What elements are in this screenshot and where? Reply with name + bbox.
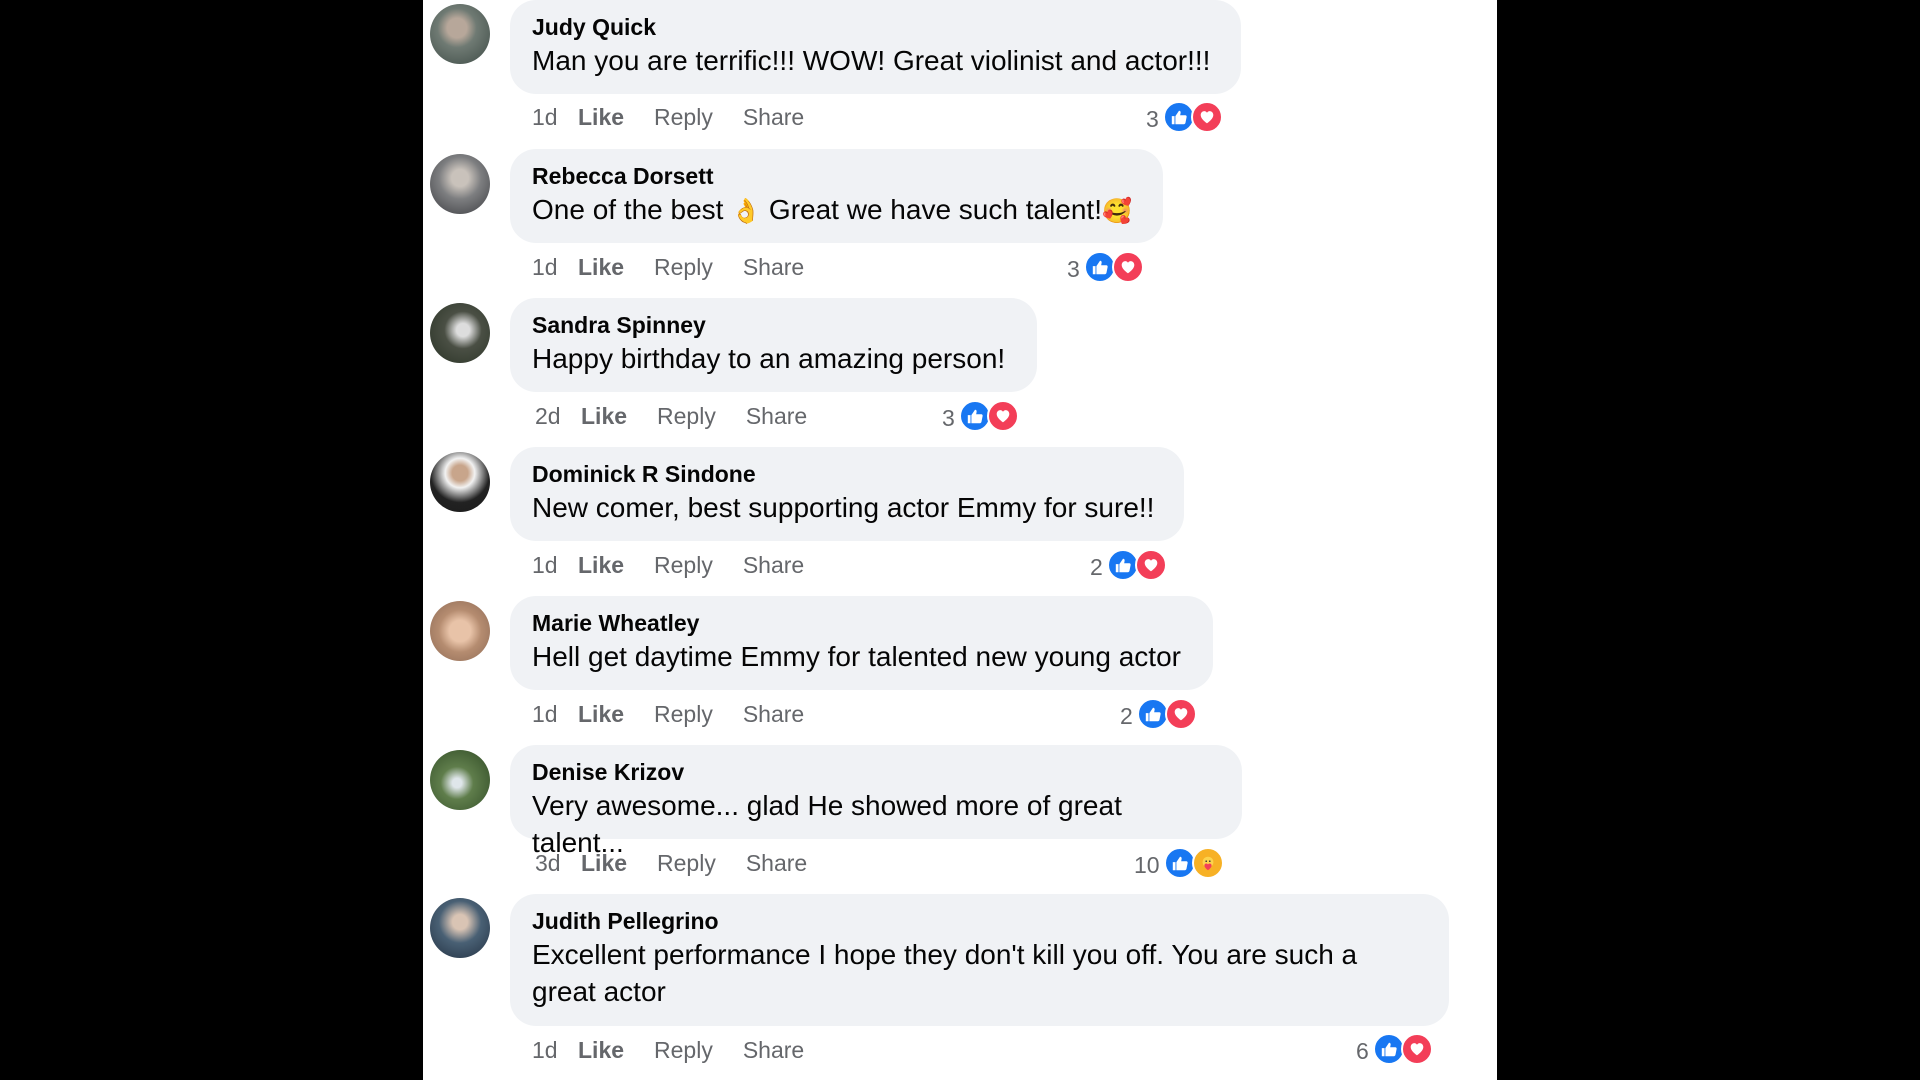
share-button[interactable]: Share: [743, 699, 804, 729]
thumbs-up-icon: [1083, 251, 1116, 283]
comment-author[interactable]: Judith Pellegrino: [532, 906, 1427, 936]
thumbs-up-icon: [1106, 549, 1139, 581]
comment-author[interactable]: Sandra Spinney: [532, 310, 1015, 340]
comment-actions: 1d Like Reply Share: [532, 1035, 834, 1065]
comment-bubble: Rebecca Dorsett One of the best 👌 Great …: [510, 149, 1163, 243]
avatar[interactable]: [430, 303, 490, 363]
comment-actions: 2d Like Reply Share: [535, 401, 837, 431]
comment-author[interactable]: Rebecca Dorsett: [532, 161, 1141, 191]
comment-text: Hell get daytime Emmy for talented new y…: [532, 641, 1181, 672]
comment-time[interactable]: 1d: [532, 1035, 578, 1065]
smiling-hearts-emoji: 🥰: [1102, 197, 1132, 225]
like-button[interactable]: Like: [578, 699, 624, 729]
comment-time[interactable]: 2d: [535, 401, 581, 431]
like-button[interactable]: Like: [578, 1035, 624, 1065]
avatar[interactable]: [430, 452, 490, 512]
comment-bubble: Judy Quick Man you are terrific!!! WOW! …: [510, 0, 1241, 94]
reaction-summary[interactable]: 6: [1356, 1032, 1433, 1066]
reaction-count: 2: [1090, 554, 1103, 580]
reply-button[interactable]: Reply: [654, 252, 713, 282]
heart-icon: [1111, 251, 1144, 283]
comment-time[interactable]: 1d: [532, 550, 578, 580]
heart-icon: [1190, 101, 1223, 133]
avatar[interactable]: [430, 750, 490, 810]
comment-bubble: Judith Pellegrino Excellent performance …: [510, 894, 1449, 1026]
reply-button[interactable]: Reply: [654, 699, 713, 729]
thumbs-up-icon: [1162, 101, 1195, 133]
heart-icon: [986, 400, 1019, 432]
comment-author[interactable]: Denise Krizov: [532, 757, 1220, 787]
care-icon: [1191, 847, 1224, 879]
like-button[interactable]: Like: [581, 848, 627, 878]
reply-button[interactable]: Reply: [657, 401, 716, 431]
avatar[interactable]: [430, 154, 490, 214]
comment-time[interactable]: 3d: [535, 848, 581, 878]
reply-button[interactable]: Reply: [654, 1035, 713, 1065]
like-button[interactable]: Like: [578, 550, 624, 580]
like-button[interactable]: Like: [581, 401, 627, 431]
comment-bubble: Dominick R Sindone New comer, best suppo…: [510, 447, 1184, 541]
share-button[interactable]: Share: [746, 848, 807, 878]
comment-time[interactable]: 1d: [532, 252, 578, 282]
reply-button[interactable]: Reply: [654, 550, 713, 580]
comment-time[interactable]: 1d: [532, 102, 578, 132]
share-button[interactable]: Share: [743, 1035, 804, 1065]
comment-actions: 3d Like Reply Share: [535, 848, 837, 878]
reaction-summary[interactable]: 10: [1134, 846, 1224, 880]
comment-text: Excellent performance I hope they don't …: [532, 939, 1358, 1007]
comment-actions: 1d Like Reply Share: [532, 252, 834, 282]
avatar[interactable]: [430, 601, 490, 661]
comment-actions: 1d Like Reply Share: [532, 550, 834, 580]
comment-author[interactable]: Dominick R Sindone: [532, 459, 1162, 489]
comment-text: One of the best 👌 Great we have such tal…: [532, 194, 1132, 225]
thumbs-up-icon: [1372, 1033, 1405, 1065]
comment-author[interactable]: Judy Quick: [532, 12, 1219, 42]
reaction-summary[interactable]: 3: [942, 399, 1019, 433]
thumbs-up-icon: [958, 400, 991, 432]
reaction-count: 2: [1120, 703, 1133, 729]
share-button[interactable]: Share: [743, 102, 804, 132]
ok-hand-emoji: 👌: [731, 197, 762, 225]
reaction-count: 3: [1067, 256, 1080, 282]
comments-panel: Judy Quick Man you are terrific!!! WOW! …: [423, 0, 1497, 1080]
reaction-count: 3: [942, 405, 955, 431]
comment-text: Man you are terrific!!! WOW! Great violi…: [532, 45, 1211, 76]
heart-icon: [1400, 1033, 1433, 1065]
reaction-count: 3: [1146, 106, 1159, 132]
avatar[interactable]: [430, 4, 490, 64]
heart-icon: [1134, 549, 1167, 581]
reaction-count: 10: [1134, 852, 1160, 878]
like-button[interactable]: Like: [578, 252, 624, 282]
comment-author[interactable]: Marie Wheatley: [532, 608, 1191, 638]
comment-bubble: Marie Wheatley Hell get daytime Emmy for…: [510, 596, 1213, 690]
reaction-summary[interactable]: 3: [1067, 250, 1144, 284]
heart-icon: [1164, 698, 1197, 730]
comment-time[interactable]: 1d: [532, 699, 578, 729]
reaction-summary[interactable]: 2: [1120, 697, 1197, 731]
comment-text: Happy birthday to an amazing person!: [532, 343, 1006, 374]
reaction-summary[interactable]: 3: [1146, 100, 1223, 134]
share-button[interactable]: Share: [743, 252, 804, 282]
comment-bubble: Sandra Spinney Happy birthday to an amaz…: [510, 298, 1037, 392]
thumbs-up-icon: [1136, 698, 1169, 730]
comment-text: New comer, best supporting actor Emmy fo…: [532, 492, 1155, 523]
reply-button[interactable]: Reply: [654, 102, 713, 132]
share-button[interactable]: Share: [746, 401, 807, 431]
like-button[interactable]: Like: [578, 102, 624, 132]
share-button[interactable]: Share: [743, 550, 804, 580]
avatar[interactable]: [430, 898, 490, 958]
thumbs-up-icon: [1163, 847, 1196, 879]
reply-button[interactable]: Reply: [657, 848, 716, 878]
reaction-summary[interactable]: 2: [1090, 548, 1167, 582]
reaction-count: 6: [1356, 1038, 1369, 1064]
comment-actions: 1d Like Reply Share: [532, 102, 834, 132]
comment-bubble: Denise Krizov Very awesome... glad He sh…: [510, 745, 1242, 858]
comment-actions: 1d Like Reply Share: [532, 699, 834, 729]
